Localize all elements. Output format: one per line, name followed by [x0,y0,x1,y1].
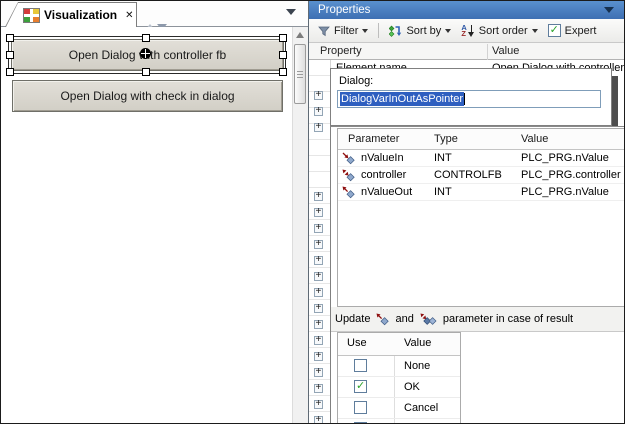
sort-order-button[interactable]: AZ Sort order [458,23,540,39]
param-col-value[interactable]: Value [521,133,548,145]
selection-handle[interactable] [6,34,14,42]
result-col-value[interactable]: Value [404,337,431,349]
dialog-name-input[interactable]: DialogVarInOutAsPointer [337,90,601,108]
param-inout-icon [342,169,355,182]
update-note: Update and parameter in case of result [331,307,625,332]
dialog-editor-popup: Dialog: DialogVarInOutAsPointer [330,68,612,126]
result-row[interactable]: Cancel [338,398,460,419]
expand-plus-button[interactable] [314,272,323,281]
sort-order-icon: AZ [461,25,474,37]
thumb-grip-icon [297,71,303,72]
expand-plus-button[interactable] [314,336,323,345]
param-in-icon [342,152,355,165]
expand-plus-button[interactable] [314,91,323,100]
selection-handle[interactable] [279,68,287,76]
result-checkbox[interactable] [354,380,367,393]
dialog-config-panel: Parameter Type Value nValueIn INT PLC_PR… [330,126,625,424]
scroll-up-icon[interactable] [296,32,304,38]
param-col-type[interactable]: Type [434,133,458,145]
scrollbar-thumb[interactable] [294,44,306,104]
tab-label: Visualization [44,8,117,22]
expand-plus-button[interactable] [314,288,323,297]
sort-by-icon [389,25,402,37]
expand-plus-button[interactable] [314,123,323,132]
toolbar-separator [378,23,379,38]
selection-handle[interactable] [6,68,14,76]
result-table-header: Use Value [338,333,460,356]
chevron-down-icon[interactable] [532,29,538,33]
param-table: Parameter Type Value nValueIn INT PLC_PR… [337,128,625,307]
result-row[interactable]: OK [338,377,460,398]
expand-plus-button[interactable] [314,320,323,329]
expand-plus-button[interactable] [314,240,323,249]
properties-titlebar[interactable]: Properties [309,0,625,19]
panel-menu-icon[interactable] [604,7,614,13]
param-inout-pair-icon [420,313,437,326]
selection-handle[interactable] [6,51,14,59]
properties-toolbar: Filter Sort by AZ Sort order Expert [309,19,625,43]
selection-handle[interactable] [279,34,287,42]
expand-plus-button[interactable] [314,304,323,313]
dialog-label: Dialog: [339,75,373,87]
selected-text: DialogVarInOutAsPointer [340,92,464,106]
expand-plus-button[interactable] [314,352,323,361]
sort-by-button[interactable]: Sort by [386,23,454,39]
close-icon[interactable] [125,10,133,21]
text-cursor [464,93,465,105]
chevron-down-icon[interactable] [362,29,368,33]
result-row[interactable]: Abort [338,419,460,424]
param-out-icon [376,313,389,326]
param-row[interactable]: controller CONTROLFB PLC_PRG.controller [338,167,625,184]
selection-handle[interactable] [142,68,150,76]
result-checkbox[interactable] [354,401,367,414]
tab-visualization[interactable]: Visualization [5,2,137,27]
expand-plus-button[interactable] [314,400,323,409]
expand-plus-button[interactable] [314,384,323,393]
expand-plus-button[interactable] [314,107,323,116]
expand-plus-button[interactable] [314,224,323,233]
column-header-property[interactable]: Property [320,45,362,57]
column-divider[interactable] [487,44,488,60]
properties-title: Properties [318,4,370,16]
selection-center-point-icon[interactable] [140,48,151,59]
selection-handle[interactable] [279,51,287,59]
tabstrip-menu-icon[interactable] [286,9,296,15]
filter-icon [318,25,330,37]
selection-handle[interactable] [142,34,150,42]
expand-plus-button[interactable] [314,208,323,217]
param-out-icon [342,186,355,199]
chevron-down-icon[interactable] [445,29,451,33]
result-col-use[interactable]: Use [347,337,367,349]
open-dialog-check-button[interactable]: Open Dialog with check in dialog [12,80,283,112]
result-table: Use Value None OK Cancel Abort [337,332,461,424]
filter-button[interactable]: Filter [315,23,371,39]
result-checkbox[interactable] [354,359,367,372]
expand-plus-button[interactable] [314,192,323,201]
expand-plus-button[interactable] [314,416,323,424]
grid-header: Property Value [309,43,625,60]
result-row[interactable]: None [338,356,460,377]
param-row[interactable]: nValueOut INT PLC_PRG.nValue [338,184,625,201]
expert-toggle[interactable]: Expert [545,22,600,39]
expand-plus-button[interactable] [314,368,323,377]
expert-label: Expert [565,25,597,37]
param-row[interactable]: nValueIn INT PLC_PRG.nValue [338,150,625,167]
visualization-icon [23,8,40,23]
expert-checkbox[interactable] [548,24,561,37]
expand-plus-button[interactable] [314,256,323,265]
application-window: Visualization Open Dialog with controlle… [0,0,625,424]
param-col-parameter[interactable]: Parameter [348,133,399,145]
param-table-header: Parameter Type Value [338,129,625,150]
column-header-value[interactable]: Value [492,45,519,57]
